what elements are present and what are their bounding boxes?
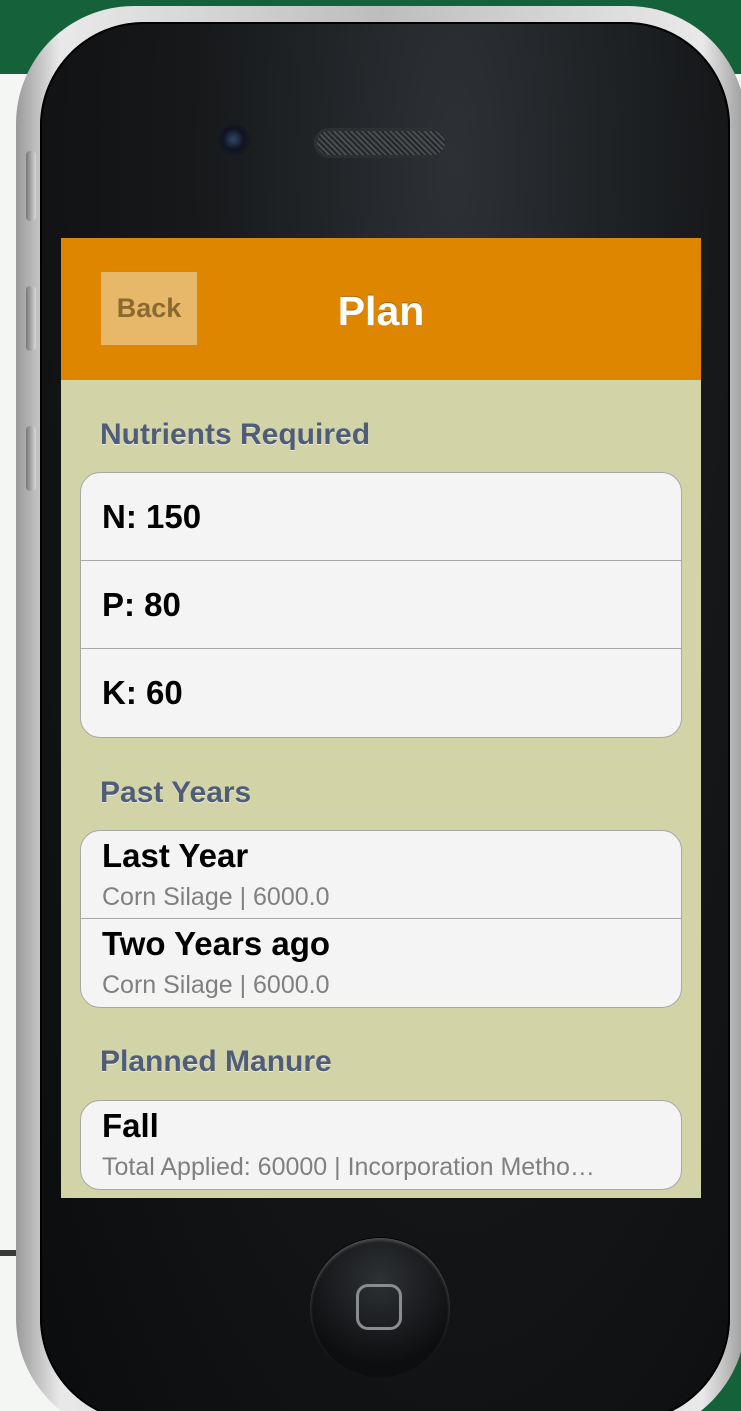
row-subtitle: Corn Silage | 6000.0 <box>102 971 330 999</box>
row-title: Two Years ago <box>102 925 331 962</box>
navigation-bar: Plan Back <box>61 238 701 380</box>
section-header-nutrients: Nutrients Required <box>100 418 371 451</box>
nutrient-row-k[interactable]: K: 60 <box>81 649 681 737</box>
section-header-planned-manure: Planned Manure <box>100 1045 332 1078</box>
nutrient-row-n[interactable]: N: 150 <box>81 473 681 561</box>
past-year-row-two-years-ago[interactable]: Two Years ago Corn Silage | 6000.0 <box>81 919 681 1007</box>
row-subtitle: Corn Silage | 6000.0 <box>102 883 330 911</box>
row-title: Fall <box>102 1107 159 1144</box>
volume-up-button <box>26 286 36 351</box>
nutrients-group: N: 150 P: 80 K: 60 <box>80 472 682 738</box>
section-header-past-years: Past Years <box>100 776 252 809</box>
manure-row-fall[interactable]: Fall Total Applied: 60000 | Incorporatio… <box>81 1101 681 1189</box>
home-square-icon <box>356 1284 402 1330</box>
nutrient-row-p[interactable]: P: 80 <box>81 561 681 649</box>
app-screen: Plan Back Nutrients Required N: 150 P: 8… <box>61 238 701 1198</box>
home-button[interactable] <box>310 1238 450 1378</box>
planned-manure-group: Fall Total Applied: 60000 | Incorporatio… <box>80 1100 682 1190</box>
back-button[interactable]: Back <box>101 272 197 345</box>
volume-down-button <box>26 426 36 491</box>
row-title: Last Year <box>102 837 249 874</box>
earpiece-speaker <box>314 128 448 158</box>
front-camera-icon <box>218 124 252 158</box>
mute-switch <box>26 151 36 221</box>
past-year-row-last-year[interactable]: Last Year Corn Silage | 6000.0 <box>81 831 681 919</box>
past-years-group: Last Year Corn Silage | 6000.0 Two Years… <box>80 830 682 1008</box>
row-subtitle: Total Applied: 60000 | Incorporation Met… <box>102 1153 595 1181</box>
